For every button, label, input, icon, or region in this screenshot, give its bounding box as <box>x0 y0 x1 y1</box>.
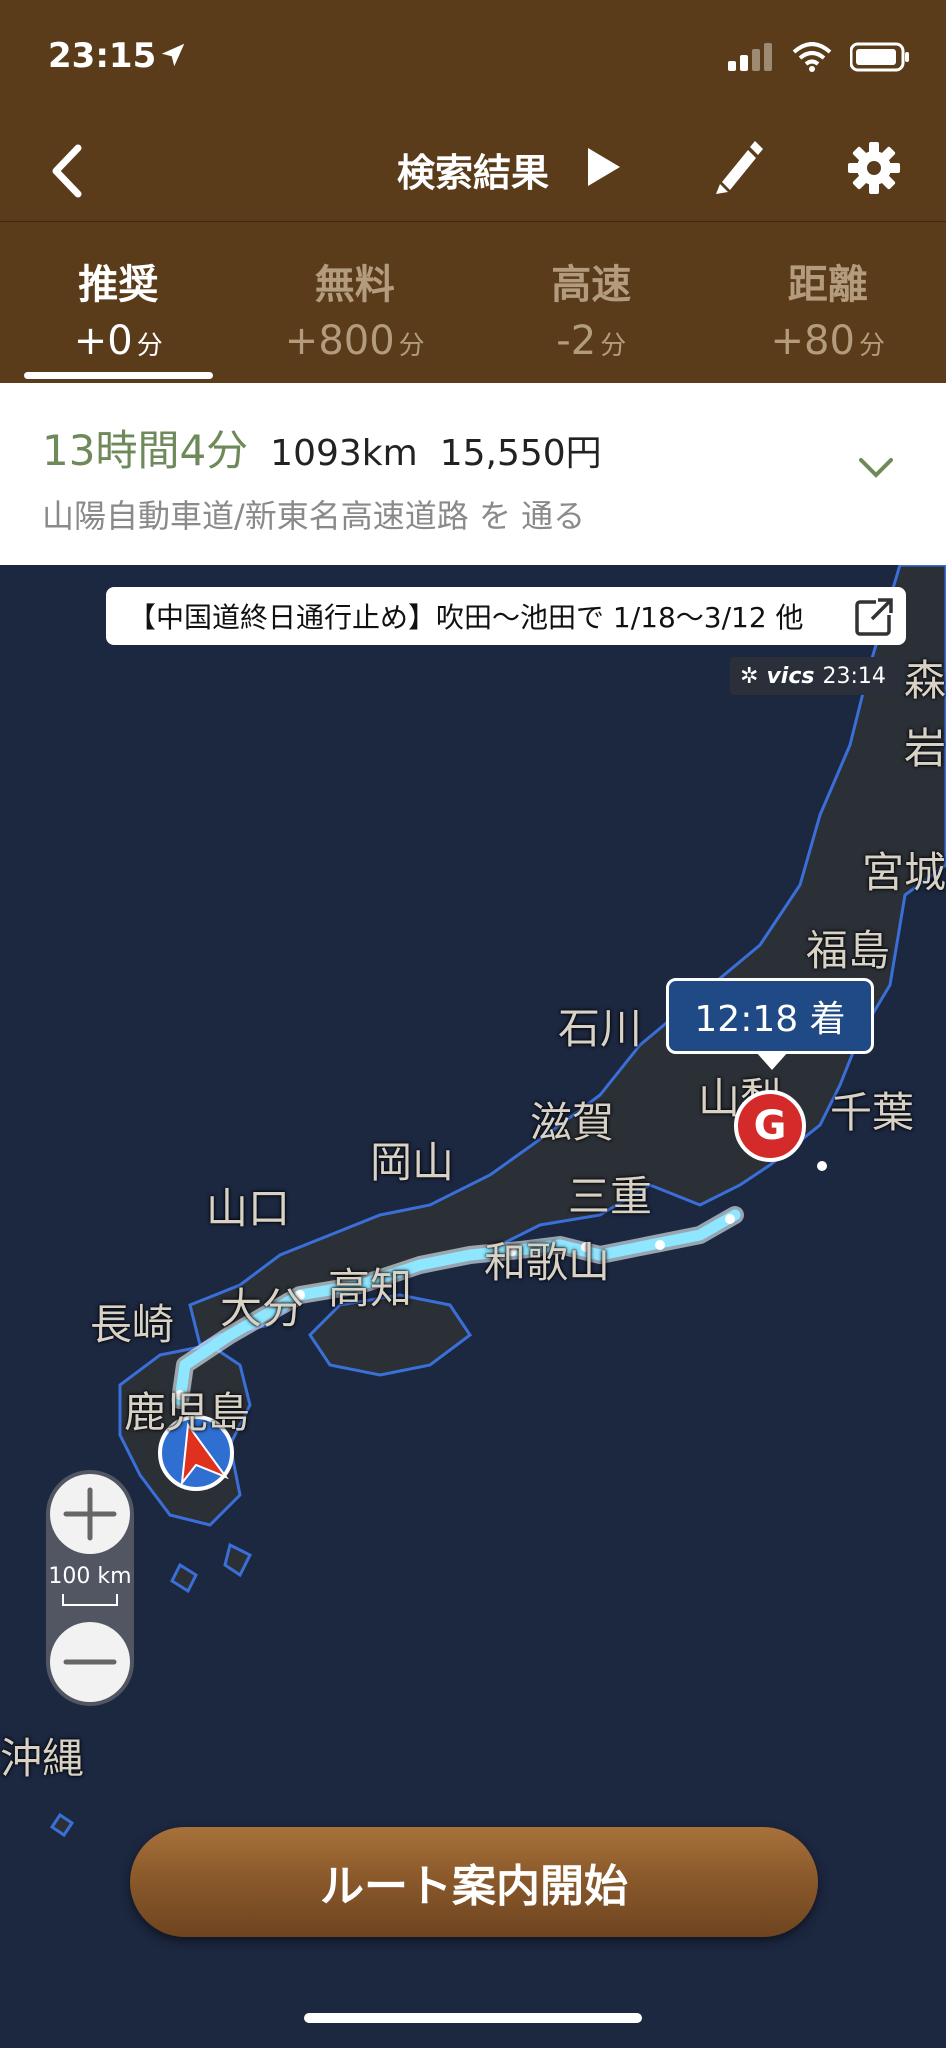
eta-callout-tail <box>756 1052 788 1070</box>
label-kochi: 高知 <box>328 1264 413 1313</box>
label-fukushima: 福島 <box>806 926 891 975</box>
route-summary[interactable]: 13時間4分 1093km 15,550円 山陽自動車道/新東名高速道路 を 通… <box>0 383 946 565</box>
tab-free[interactable]: 無料 +800 分 <box>237 222 474 383</box>
edit-pencil-icon[interactable] <box>712 138 764 198</box>
vics-time: 23:14 <box>822 663 886 689</box>
route-duration: 13時間4分 <box>42 426 249 475</box>
route-options-tabs: 推奨 +0 分 無料 +800 分 高速 -2 分 距離 +80 分 <box>0 222 946 383</box>
label-shiga: 滋賀 <box>530 1098 615 1147</box>
route-map[interactable]: 【中国道終日通行止め】吹田～池田で 1/18～3/12 他 ✲ vics 23:… <box>0 565 946 2048</box>
start-navigation-button[interactable]: ルート案内開始 <box>130 1827 818 1937</box>
tab-label: 無料 <box>314 262 395 308</box>
zoom-in-button[interactable] <box>50 1474 130 1554</box>
play-icon[interactable] <box>584 142 624 196</box>
zoom-out-button[interactable] <box>50 1622 130 1702</box>
tab-label: 推奨 <box>78 262 159 308</box>
minus-icon <box>63 1659 117 1665</box>
summary-stats: 13時間4分 1093km 15,550円 <box>42 417 602 478</box>
label-chiba: 千葉 <box>830 1088 915 1137</box>
tab-label: 高速 <box>551 262 632 308</box>
location-arrow-icon <box>158 40 188 74</box>
vics-logo-icon: ✲ <box>740 663 759 689</box>
traffic-notice-text: 【中国道終日通行止め】吹田～池田で 1/18～3/12 他 <box>128 601 804 634</box>
label-mie: 三重 <box>568 1172 653 1221</box>
tab-time-delta: +80 分 <box>770 318 885 364</box>
tab-time-delta: +800 分 <box>284 318 425 364</box>
traffic-notice[interactable]: 【中国道終日通行止め】吹田～池田で 1/18～3/12 他 <box>106 587 906 645</box>
tab-time-delta: +0 分 <box>73 318 163 364</box>
external-link-icon[interactable] <box>854 597 894 644</box>
goal-marker[interactable]: G <box>734 1090 806 1162</box>
nav-bar: 検索結果 <box>0 120 946 222</box>
tab-distance[interactable]: 距離 +80 分 <box>710 222 946 383</box>
label-ishikawa: 石川 <box>558 1004 643 1053</box>
status-icons <box>728 42 910 76</box>
route-toll: 15,550円 <box>439 433 602 474</box>
chevron-down-icon[interactable] <box>858 457 894 483</box>
signal-icon <box>728 43 774 75</box>
vics-badge: ✲ vics 23:14 <box>730 657 906 695</box>
settings-gear-icon[interactable] <box>846 140 902 200</box>
tab-highway[interactable]: 高速 -2 分 <box>473 222 710 383</box>
label-kagoshima: 鹿児島 <box>124 1388 251 1437</box>
tab-recommended[interactable]: 推奨 +0 分 <box>0 222 237 383</box>
plus-icon <box>63 1487 117 1541</box>
wifi-icon <box>792 42 832 76</box>
route-roads: 山陽自動車道/新東名高速道路 を 通る <box>42 497 586 535</box>
label-okayama: 岡山 <box>370 1138 455 1187</box>
battery-icon <box>849 42 910 76</box>
label-wakayama: 和歌山 <box>484 1238 611 1287</box>
status-bar: 23:15 <box>0 0 946 120</box>
route-distance: 1093km <box>270 433 418 474</box>
zoom-control: 100 km <box>46 1470 134 1706</box>
label-yamaguchi: 山口 <box>206 1184 291 1233</box>
page-title: 検索結果 <box>396 151 549 195</box>
label-okinawa: 沖縄 <box>0 1734 85 1783</box>
label-aomori: 森 <box>904 656 946 705</box>
vics-label: vics <box>766 663 815 689</box>
tab-time-delta: -2 分 <box>556 318 627 364</box>
home-indicator[interactable] <box>304 2013 642 2023</box>
tab-label: 距離 <box>787 262 868 308</box>
label-nagasaki: 長崎 <box>90 1300 175 1349</box>
active-tab-underline <box>24 372 213 379</box>
map-scale-bar <box>62 1594 118 1606</box>
label-iwate: 岩 <box>904 724 946 773</box>
eta-callout: 12:18 着 <box>666 978 874 1054</box>
status-time: 23:15 <box>48 36 157 76</box>
label-miyagi: 宮城 <box>862 848 946 897</box>
map-scale-label: 100 km <box>48 1564 132 1589</box>
label-oita: 大分 <box>220 1284 305 1333</box>
